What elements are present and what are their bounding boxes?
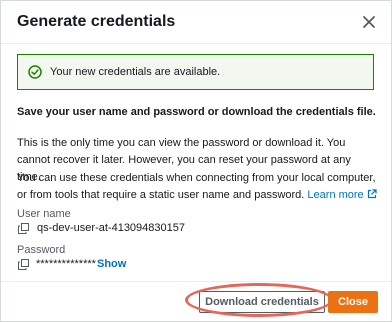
username-value: qs-dev-user-at-413094830157 bbox=[37, 222, 185, 234]
close-icon[interactable] bbox=[361, 14, 377, 30]
success-alert: Your new credentials are available. bbox=[17, 54, 374, 90]
alert-message: Your new credentials are available. bbox=[50, 66, 221, 78]
external-link-icon bbox=[367, 189, 377, 199]
generate-credentials-modal: Generate credentials Your new credential… bbox=[0, 0, 392, 322]
learn-more-link[interactable]: Learn more bbox=[307, 189, 377, 201]
usage-paragraph: You can use these credentials when conne… bbox=[17, 170, 377, 204]
download-credentials-button[interactable]: Download credentials bbox=[199, 291, 325, 313]
check-circle-icon bbox=[28, 65, 42, 79]
learn-more-label: Learn more bbox=[307, 189, 364, 201]
copy-icon[interactable] bbox=[18, 259, 29, 270]
show-password-link[interactable]: Show bbox=[97, 258, 126, 270]
footer-divider bbox=[1, 281, 391, 282]
username-label: User name bbox=[17, 208, 71, 220]
close-button[interactable]: Close bbox=[328, 291, 378, 313]
modal-header: Generate credentials bbox=[1, 1, 391, 44]
modal-title: Generate credentials bbox=[17, 13, 176, 30]
instructions-heading: Save your user name and password or down… bbox=[17, 106, 376, 118]
copy-icon[interactable] bbox=[18, 223, 29, 234]
password-label: Password bbox=[17, 244, 66, 256]
password-value: ************** bbox=[36, 258, 96, 270]
